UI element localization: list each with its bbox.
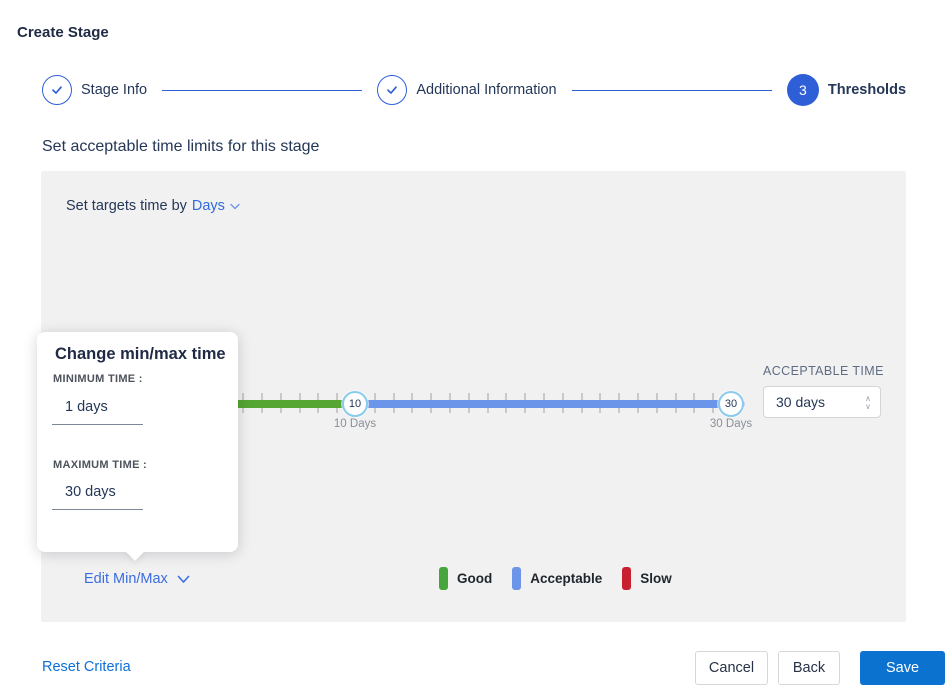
legend-item-slow: Slow bbox=[622, 567, 672, 590]
unit-dropdown-value: Days bbox=[192, 198, 225, 214]
reset-criteria-link[interactable]: Reset Criteria bbox=[42, 659, 131, 675]
chevron-down-icon bbox=[177, 575, 190, 584]
legend-item-acceptable: Acceptable bbox=[512, 567, 602, 590]
stepper-connector bbox=[162, 90, 362, 91]
spinner-controls: ∧ ∨ bbox=[865, 395, 871, 410]
step-additional-information[interactable]: Additional Information bbox=[377, 75, 556, 105]
step-thresholds[interactable]: 3 Thresholds bbox=[787, 74, 906, 106]
minimum-time-label: MINIMUM TIME : bbox=[53, 373, 143, 385]
good-swatch bbox=[439, 567, 448, 590]
acceptable-time-input[interactable] bbox=[764, 394, 865, 410]
check-circle-icon bbox=[42, 75, 72, 105]
unit-dropdown[interactable]: Days bbox=[192, 198, 240, 214]
maximum-time-input[interactable] bbox=[52, 480, 143, 510]
change-minmax-popup: Change min/max time MINIMUM TIME : MAXIM… bbox=[37, 332, 238, 552]
maximum-time-label: MAXIMUM TIME : bbox=[53, 459, 147, 471]
set-targets-row: Set targets time by Days bbox=[66, 198, 240, 214]
create-stage-page: Create Stage Stage Info Additional Infor… bbox=[0, 0, 947, 699]
threshold-legend: Good Acceptable Slow bbox=[439, 567, 672, 590]
legend-label: Slow bbox=[640, 571, 672, 586]
step-label: Stage Info bbox=[81, 82, 147, 98]
slider-handle-max[interactable]: 30 bbox=[718, 391, 744, 417]
edit-minmax-label: Edit Min/Max bbox=[84, 571, 168, 587]
step-number-badge: 3 bbox=[787, 74, 819, 106]
legend-label: Good bbox=[457, 571, 492, 586]
section-heading: Set acceptable time limits for this stag… bbox=[42, 138, 319, 156]
stepper-connector bbox=[572, 90, 772, 91]
spinner-up-icon[interactable]: ∧ bbox=[865, 395, 871, 402]
popup-title: Change min/max time bbox=[55, 345, 226, 364]
legend-label: Acceptable bbox=[530, 571, 602, 586]
set-targets-label: Set targets time by bbox=[66, 198, 187, 214]
save-button[interactable]: Save bbox=[860, 651, 945, 685]
back-button[interactable]: Back bbox=[778, 651, 840, 685]
chevron-down-icon bbox=[230, 203, 240, 210]
slider-handle-min[interactable]: 10 bbox=[342, 391, 368, 417]
slider-min-label: 10 Days bbox=[315, 418, 395, 430]
step-stage-info[interactable]: Stage Info bbox=[42, 75, 147, 105]
slider-max-label: 30 Days bbox=[691, 418, 771, 430]
acceptable-time-stepper: ∧ ∨ bbox=[763, 386, 881, 418]
step-label: Thresholds bbox=[828, 82, 906, 98]
acceptable-swatch bbox=[512, 567, 521, 590]
acceptable-time-label: ACCEPTABLE TIME bbox=[763, 364, 884, 378]
page-title: Create Stage bbox=[17, 24, 109, 41]
edit-minmax-link[interactable]: Edit Min/Max bbox=[84, 571, 190, 587]
spinner-down-icon[interactable]: ∨ bbox=[865, 403, 871, 410]
stepper: Stage Info Additional Information 3 Thre… bbox=[42, 73, 906, 107]
step-label: Additional Information bbox=[416, 82, 556, 98]
legend-item-good: Good bbox=[439, 567, 492, 590]
minimum-time-input[interactable] bbox=[52, 395, 143, 425]
cancel-button[interactable]: Cancel bbox=[695, 651, 768, 685]
check-circle-icon bbox=[377, 75, 407, 105]
slow-swatch bbox=[622, 567, 631, 590]
